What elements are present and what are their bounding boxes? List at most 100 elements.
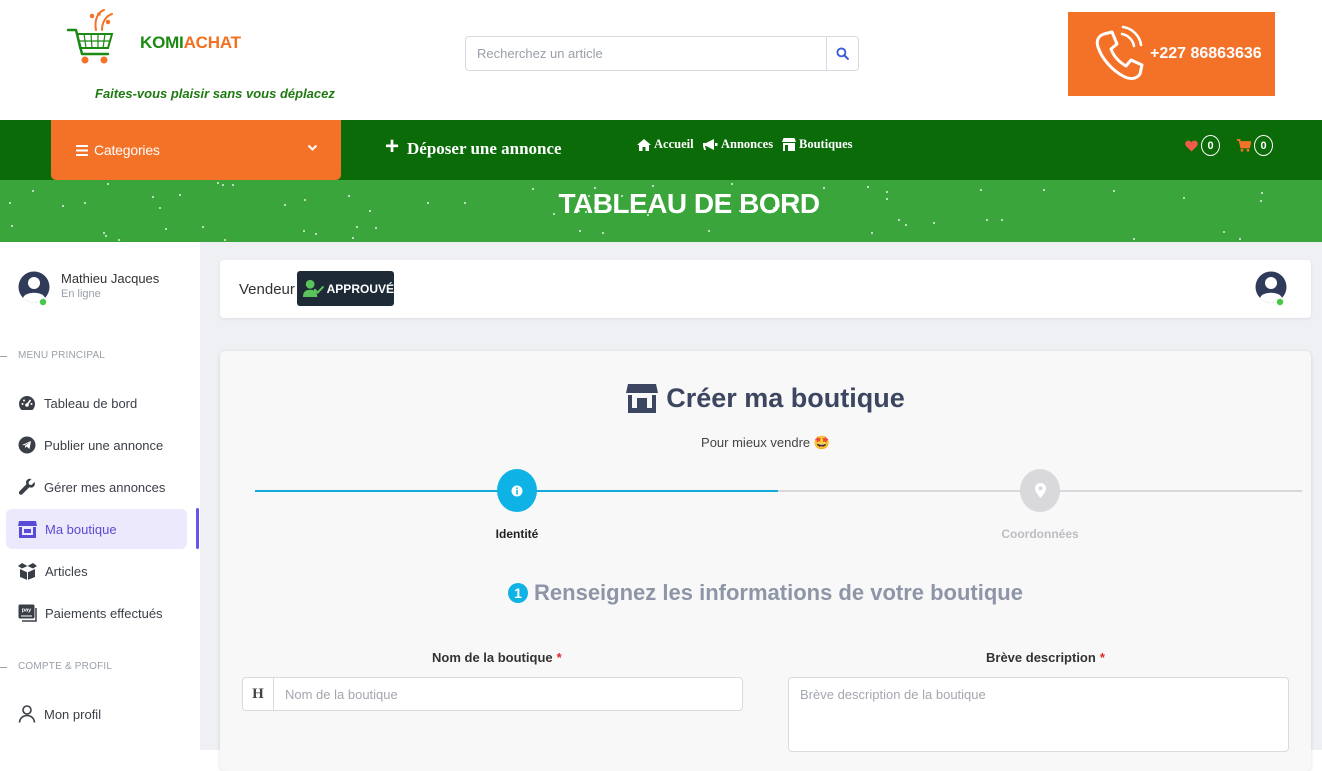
nav-link-label: Annonces xyxy=(721,137,774,151)
tagline: Faites-vous plaisir sans vous déplacez xyxy=(95,86,335,101)
sparkle-dot xyxy=(871,232,873,234)
wishlist-counter[interactable]: 0 xyxy=(1185,135,1220,156)
step-coordinates[interactable] xyxy=(1020,469,1060,512)
sidebar-item-payments[interactable]: pay Paiements effectués xyxy=(6,593,187,633)
shop-name-label-text: Nom de la boutique xyxy=(432,650,553,665)
required-mark: * xyxy=(556,650,562,665)
info-icon xyxy=(511,485,523,496)
nav-link-home[interactable]: Accueil xyxy=(637,137,694,152)
contact-phone-box[interactable]: +227 86863636 xyxy=(1068,12,1275,96)
search-icon xyxy=(836,47,849,60)
sidebar-item-my-profile[interactable]: Mon profil xyxy=(6,694,187,734)
vendor-avatar[interactable] xyxy=(1255,271,1287,307)
brand-name-part1: KOMI xyxy=(140,33,184,52)
shop-name-input-group: H xyxy=(242,677,743,711)
sidebar-item-label: Gérer mes annonces xyxy=(44,479,166,495)
post-ad-link[interactable]: + Déposer une annonce xyxy=(385,133,562,161)
store-icon xyxy=(782,138,796,151)
store-icon xyxy=(18,520,37,538)
section-divider xyxy=(0,356,7,357)
section-heading: 1 Renseignez les informations de votre b… xyxy=(220,580,1311,606)
sidebar-item-articles[interactable]: Articles xyxy=(6,551,187,591)
phone-icon xyxy=(1095,25,1144,80)
sparkle-dot xyxy=(352,237,354,239)
sidebar-item-publish-ad[interactable]: Publier une annonce xyxy=(6,425,187,465)
search-bar xyxy=(465,36,859,71)
heart-icon xyxy=(1185,140,1198,151)
sidebar-section-main: MENU PRINCIPAL xyxy=(18,350,106,361)
user-avatar[interactable] xyxy=(18,271,50,307)
sidebar-item-label: Tableau de bord xyxy=(44,395,138,411)
sparkle-dot xyxy=(315,233,317,235)
dashboard-gauge-icon xyxy=(19,396,35,410)
vendor-label: Vendeur xyxy=(239,281,295,298)
sparkle-dot xyxy=(1223,231,1225,233)
shop-name-input[interactable] xyxy=(274,678,742,710)
sidebar-item-label: Publier une annonce xyxy=(44,437,164,453)
nav-link-shops[interactable]: Boutiques xyxy=(782,137,853,152)
sparkle-dot xyxy=(202,226,204,228)
sparkle-dot xyxy=(217,182,219,184)
sparkle-dot xyxy=(708,230,710,232)
nav-link-ads[interactable]: Annonces xyxy=(703,137,773,152)
sidebar-item-label: Articles xyxy=(45,563,88,579)
sparkle-dot xyxy=(731,183,733,185)
user-check-icon xyxy=(303,279,324,297)
phone-number: +227 86863636 xyxy=(1150,45,1262,62)
sparkle-dot xyxy=(105,235,107,237)
sparkle-dot xyxy=(224,239,226,241)
search-button[interactable] xyxy=(826,37,858,70)
sparkle-dot xyxy=(579,230,581,232)
wrench-icon xyxy=(18,478,35,495)
bullhorn-icon xyxy=(703,138,718,150)
sparkle-dot xyxy=(118,239,120,241)
section-heading-text: Renseignez les informations de votre bou… xyxy=(534,580,1023,605)
sidebar-item-dashboard[interactable]: Tableau de bord xyxy=(6,383,187,423)
sparkle-dot xyxy=(103,232,105,234)
sparkle-dot xyxy=(303,230,305,232)
cart-counter[interactable]: 0 xyxy=(1237,135,1273,156)
shop-name-label: Nom de la boutique * xyxy=(432,650,562,665)
post-ad-label: Déposer une annonce xyxy=(407,138,562,158)
cart-logo-icon[interactable] xyxy=(66,8,118,68)
plus-icon: + xyxy=(385,133,400,160)
menu-icon xyxy=(76,144,88,156)
categories-label: Categories xyxy=(94,142,160,158)
sparkle-dot xyxy=(356,226,358,228)
sidebar-item-label: Paiements effectués xyxy=(45,605,163,621)
required-mark: * xyxy=(1099,650,1105,665)
search-input[interactable] xyxy=(466,37,827,70)
description-textarea[interactable] xyxy=(788,677,1289,752)
form-title-text: Créer ma boutique xyxy=(666,383,905,413)
brand-name-part2: ACHAT xyxy=(183,33,241,52)
chevron-down-icon xyxy=(307,144,318,151)
form-title: Créer ma boutique xyxy=(220,383,1311,414)
sidebar-section-account: COMPTE & PROFIL xyxy=(18,661,113,672)
svg-text:pay: pay xyxy=(22,608,32,614)
sidebar-item-label: Mon profil xyxy=(44,706,102,722)
sidebar-item-manage-ads[interactable]: Gérer mes annonces xyxy=(6,467,187,507)
user-name: Mathieu Jacques xyxy=(61,271,160,286)
sparkle-dot xyxy=(1133,238,1135,240)
sidebar-item-label: Ma boutique xyxy=(45,521,117,537)
active-item-indicator xyxy=(196,508,199,549)
approved-status-badge: APPROUVÉ xyxy=(297,271,394,306)
sparkle-dot xyxy=(1239,238,1241,240)
telegram-send-icon xyxy=(18,436,36,454)
store-icon xyxy=(626,384,659,413)
step-identity[interactable] xyxy=(497,469,537,512)
sparkle-dot xyxy=(375,227,377,229)
sidebar-item-my-shop[interactable]: Ma boutique xyxy=(6,509,187,549)
user-status: En ligne xyxy=(61,288,101,300)
sparkle-dot xyxy=(602,232,604,234)
sparkle-dot xyxy=(652,185,654,187)
approved-status-label: APPROUVÉ xyxy=(326,281,394,296)
step-number-badge: 1 xyxy=(508,583,529,603)
sparkle-dot xyxy=(232,184,234,186)
home-icon xyxy=(637,138,651,151)
nav-link-label: Accueil xyxy=(654,137,694,151)
cart-count-badge: 0 xyxy=(1254,135,1273,156)
sparkle-dot xyxy=(933,222,935,224)
categories-dropdown[interactable]: Categories xyxy=(51,120,341,180)
brand-name[interactable]: KOMIACHAT xyxy=(140,33,241,53)
